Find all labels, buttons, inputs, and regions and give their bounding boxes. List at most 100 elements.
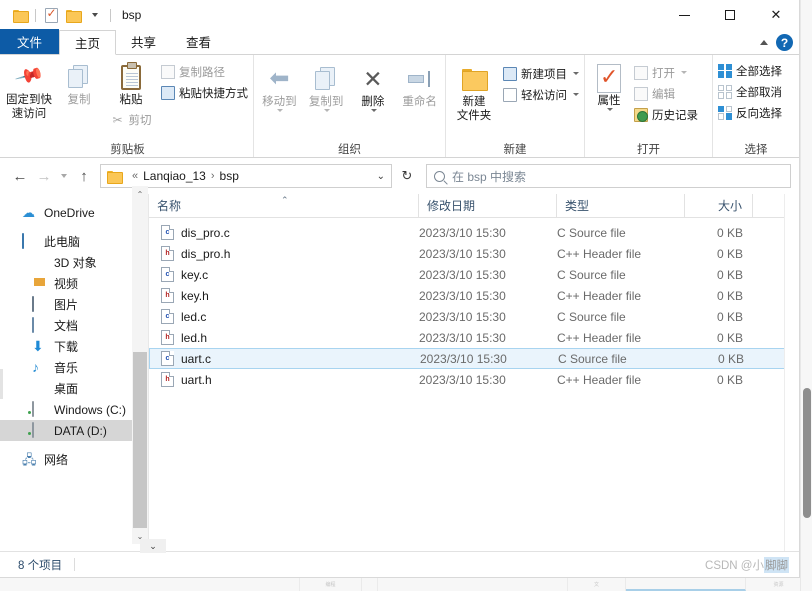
file-name-cell: c led.c [149, 309, 419, 324]
sidebar-item-data-d[interactable]: DATA (D:) [0, 420, 148, 441]
copy-button[interactable]: 复制 [54, 59, 104, 107]
copy-to-button[interactable]: 复制到 [303, 61, 350, 113]
recent-locations-button[interactable] [56, 164, 72, 188]
invert-selection-button[interactable]: 反向选择 [715, 102, 785, 123]
file-type-cell: C Source file [558, 351, 627, 366]
close-button[interactable]: ✕ [753, 0, 799, 30]
tab-file[interactable]: 文件 [0, 29, 60, 54]
qat-customize-button[interactable] [84, 4, 106, 26]
paste-shortcut-button[interactable]: 粘贴快捷方式 [158, 82, 251, 103]
folder-icon [12, 9, 29, 23]
search-box[interactable]: 在 bsp 中搜索 [426, 164, 791, 188]
table-row[interactable]: h led.h 2023/3/10 15:30 C++ Header file 0 KB [149, 327, 799, 348]
chevron-down-icon[interactable] [573, 72, 579, 75]
ribbon-group-label-organize: 组织 [338, 143, 361, 156]
open-button[interactable]: 打开 [631, 62, 701, 83]
paste-button[interactable]: 粘贴 [104, 59, 158, 107]
rename-button[interactable]: 重命名 [396, 61, 443, 109]
back-button[interactable]: ← [8, 164, 32, 188]
new-item-button[interactable]: 新建项目 [500, 63, 582, 84]
sidebar-item-onedrive[interactable]: ☁ OneDrive [0, 202, 148, 223]
table-row[interactable]: h uart.h 2023/3/10 15:30 C++ Header file 0 K… [149, 369, 799, 390]
new-folder-button[interactable]: 新建 文件夹 [448, 61, 500, 124]
refresh-button[interactable]: ↻ [394, 164, 420, 188]
column-header-type[interactable]: 类型 [557, 194, 685, 217]
table-row[interactable]: c dis_pro.c 2023/3/10 15:30 C Source file 0 … [149, 222, 799, 243]
chevron-down-icon[interactable] [324, 109, 331, 113]
cut-button[interactable]: ✂ 剪切 [108, 109, 155, 130]
breadcrumb-bar[interactable]: « Lanqiao_13 › bsp ⌄ [100, 164, 392, 188]
chevron-up-icon: ⌃ [281, 195, 289, 205]
maximize-button[interactable] [707, 0, 753, 30]
chevron-down-icon[interactable] [370, 109, 377, 113]
column-header-name[interactable]: 名称 ⌃ [149, 194, 419, 217]
paste-shortcut-icon [161, 85, 175, 100]
delete-button[interactable]: ✕ 删除 [350, 61, 397, 113]
copy-path-button[interactable]: 复制路径 [158, 61, 251, 82]
tab-home[interactable]: 主页 [59, 30, 117, 55]
page-scrollbar-thumb[interactable] [803, 388, 811, 518]
qat-folder-button[interactable] [9, 4, 31, 26]
sidebar-item-[interactable]: 桌面 [0, 378, 148, 399]
ribbon-group-label-select: 选择 [744, 143, 768, 156]
chevron-down-icon[interactable] [277, 109, 284, 113]
navigation-scrollbar-thumb[interactable] [133, 352, 147, 528]
easy-access-button[interactable]: 轻松访问 [500, 84, 582, 105]
maximize-icon [725, 10, 735, 20]
properties-button[interactable]: 属性 [587, 61, 631, 112]
file-date-cell: 2023/3/10 15:30 [419, 309, 506, 324]
search-input[interactable]: 在 bsp 中搜索 [452, 168, 526, 185]
move-to-button[interactable]: ⬅ 移动到 [256, 61, 303, 113]
sidebar-item-[interactable]: 文档 [0, 315, 148, 336]
select-none-button[interactable]: 全部取消 [715, 81, 785, 102]
chevron-down-icon[interactable] [681, 71, 687, 74]
sidebar-item-[interactable]: 视频 [0, 273, 148, 294]
page-scrollbar[interactable] [800, 0, 812, 591]
edit-button[interactable]: 编辑 [631, 83, 701, 104]
file-name-label: key.h [181, 288, 209, 303]
up-button[interactable]: ↑ [72, 164, 96, 188]
table-row[interactable]: c key.c 2023/3/10 15:30 C Source file 0 KB [149, 264, 799, 285]
taskbar-cell: 编程 [300, 578, 362, 591]
sidebar-item-[interactable]: ⬇ 下载 [0, 336, 148, 357]
sidebar-item-[interactable]: 图片 [0, 294, 148, 315]
downloads-icon: ⬇ [32, 338, 44, 354]
tab-view[interactable]: 查看 [171, 29, 226, 54]
history-button[interactable]: 历史记录 [631, 104, 701, 125]
help-button[interactable]: ? [776, 34, 793, 51]
sidebar-item-[interactable]: ♪ 音乐 [0, 357, 148, 378]
chevron-up-icon[interactable] [760, 40, 768, 45]
table-row[interactable]: c uart.c 2023/3/10 15:30 C Source file 0 KB [149, 348, 799, 369]
navigation-tree: ☁ OneDrive 此电脑 3D 对象 视频 图片 文档 ⬇ 下载 ♪ 音乐 桌面 Windows (… [0, 202, 148, 470]
title-bar: bsp ✕ [0, 0, 799, 30]
sidebar-item-[interactable]: 此电脑 [0, 231, 148, 252]
minimize-button[interactable] [661, 0, 707, 30]
forward-button[interactable]: → [32, 164, 56, 188]
sidebar-item-3d[interactable]: 3D 对象 [0, 252, 148, 273]
qat-properties-button[interactable] [40, 4, 62, 26]
sidebar-item-windows-c[interactable]: Windows (C:) [0, 399, 148, 420]
table-row[interactable]: c led.c 2023/3/10 15:30 C Source file 0 KB [149, 306, 799, 327]
chevron-down-icon[interactable] [573, 93, 579, 96]
chevron-down-icon[interactable] [607, 108, 613, 112]
qat-new-folder-button[interactable] [62, 4, 84, 26]
divider [74, 558, 76, 571]
pin-to-quick-access-button[interactable]: 📌 固定到快 速访问 [4, 59, 54, 122]
column-header-date[interactable]: 修改日期 [419, 194, 557, 217]
sidebar-item-[interactable]: 🖧 网络 [0, 449, 148, 470]
chevron-down-icon[interactable]: ⌄ [377, 171, 385, 182]
select-all-button[interactable]: 全部选择 [715, 60, 785, 81]
table-row[interactable]: h key.h 2023/3/10 15:30 C++ Header file 0 KB [149, 285, 799, 306]
breadcrumb-item-lanqiao13[interactable]: Lanqiao_13 [143, 169, 206, 183]
breadcrumb-item-bsp[interactable]: bsp [220, 169, 239, 183]
file-list-scrollbar[interactable] [784, 194, 799, 551]
scroll-up-arrow-icon[interactable]: ⌃ [132, 186, 148, 202]
pane-splitter[interactable] [0, 369, 3, 399]
tab-share[interactable]: 共享 [116, 29, 171, 54]
column-header-size[interactable]: 大小 [685, 194, 753, 217]
file-type-cell: C Source file [557, 309, 626, 324]
navigation-scrollbar[interactable]: ⌃ ⌄ [132, 186, 148, 544]
item-count-label: 8 个项目 [18, 559, 63, 572]
table-row[interactable]: h dis_pro.h 2023/3/10 15:30 C++ Header file… [149, 243, 799, 264]
list-collapse-button[interactable]: ⌄ [140, 539, 166, 553]
